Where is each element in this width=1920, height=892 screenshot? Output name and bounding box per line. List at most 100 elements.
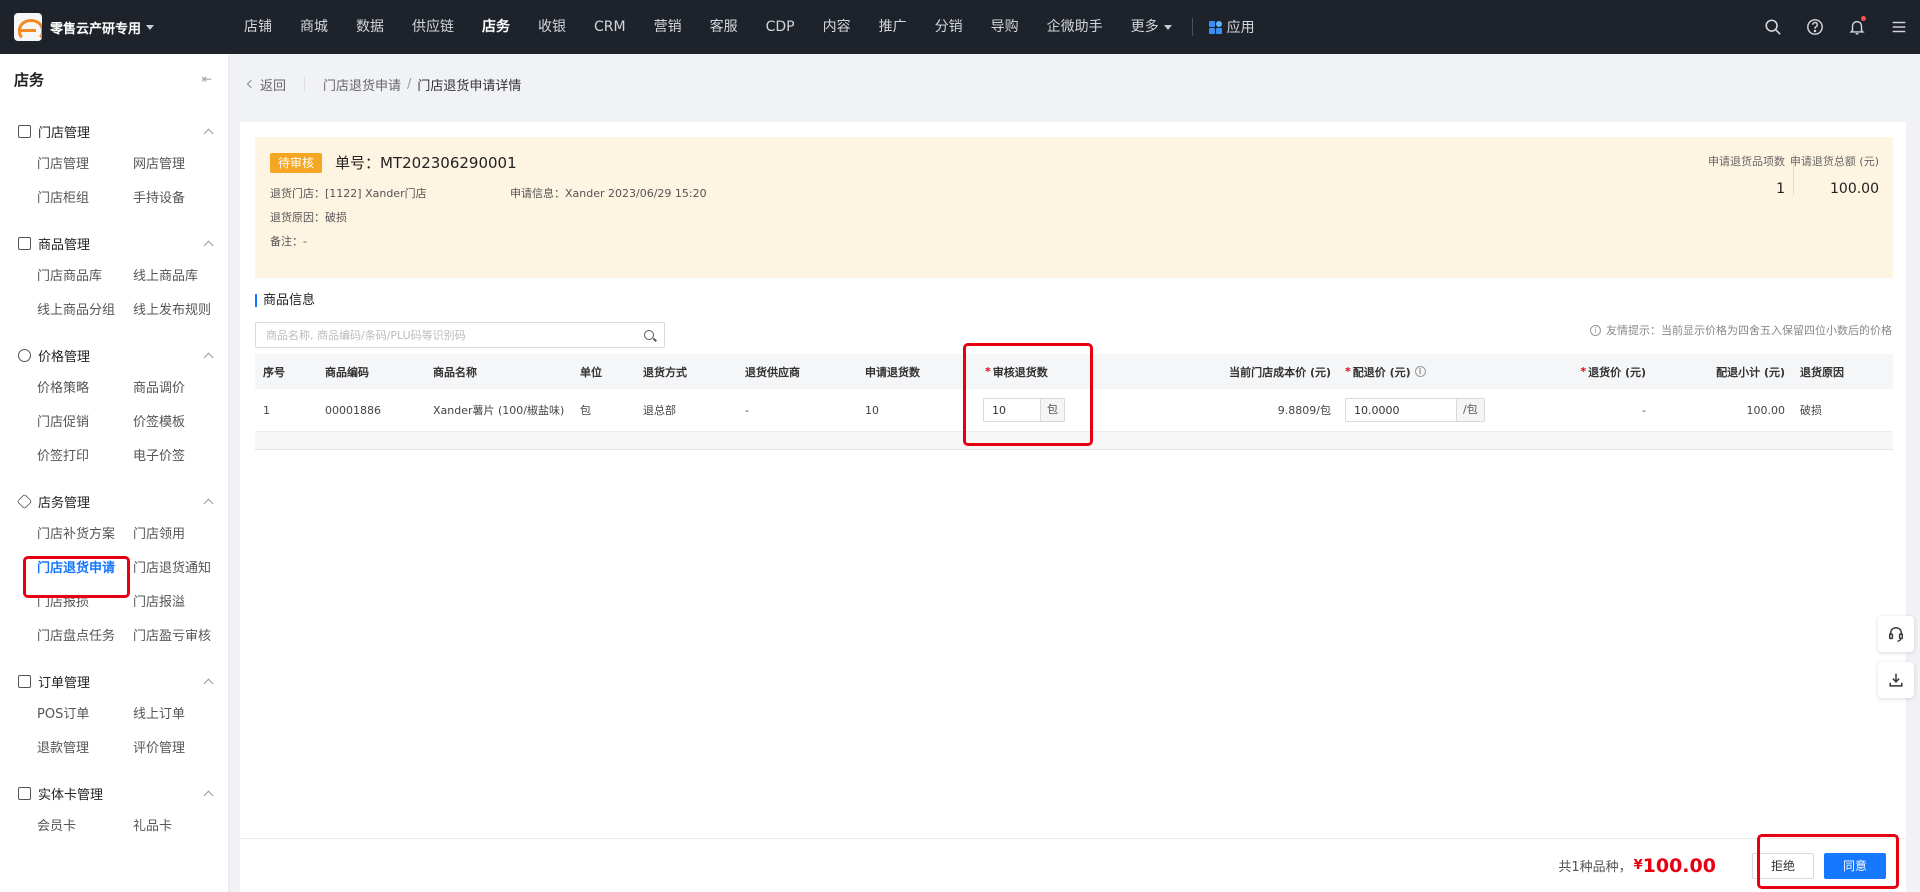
sidebar-item[interactable]: 门店领用 <box>133 518 229 552</box>
nav-item-store-ops[interactable]: 店务 <box>468 0 524 54</box>
nav-item-service[interactable]: 客服 <box>696 0 752 54</box>
sidebar-item[interactable]: 线上发布规则 <box>133 294 229 328</box>
sidebar: 店务 ⇤ 门店管理 门店管理 网店管理 门店柜组 手持设备 商品管理 门店商品库… <box>0 54 229 892</box>
price-tip: i 友情提示：当前显示价格为四舍五入保留四位小数后的价格 <box>1590 322 1892 338</box>
info-icon[interactable]: i <box>1414 366 1426 377</box>
sidebar-item[interactable]: POS订单 <box>37 698 133 732</box>
sidebar-item[interactable]: 门店商品库 <box>37 260 133 294</box>
sidebar-item[interactable]: 退款管理 <box>37 732 133 766</box>
total-amount-value: 100.00 <box>1830 181 1879 197</box>
col-subtotal: 配退小计 (元) <box>1716 365 1785 379</box>
item-count-label: 申请退货品项数 <box>1708 155 1785 168</box>
sidebar-item[interactable]: 价格策略 <box>37 372 133 406</box>
nav-item-shop[interactable]: 店铺 <box>230 0 286 54</box>
col-audit-qty-label: 审核退货数 <box>992 365 1048 379</box>
apply-info: 申请信息：Xander 2023/06/29 15:20 <box>510 187 707 200</box>
nav-item-guide[interactable]: 导购 <box>977 0 1033 54</box>
nav-item-cdp[interactable]: CDP <box>752 0 809 54</box>
chevron-left-icon <box>246 79 256 89</box>
product-search-input[interactable] <box>266 328 644 342</box>
sidebar-group-title[interactable]: 价格管理 <box>0 338 228 372</box>
sidebar-item[interactable]: 门店管理 <box>37 148 133 182</box>
nav-item-promotion[interactable]: 推广 <box>865 0 921 54</box>
sidebar-item[interactable]: 门店退货通知 <box>133 552 229 586</box>
apps-button[interactable]: 应用 <box>1199 17 1265 37</box>
col-cost: 当前门店成本价 (元) <box>1229 365 1331 379</box>
help-icon[interactable] <box>1794 0 1836 54</box>
sidebar-item[interactable]: 价签模板 <box>133 406 229 440</box>
sidebar-group-price: 价格管理 价格策略 商品调价 门店促销 价签模板 价签打印 电子价签 <box>0 328 228 474</box>
nav-item-supply-chain[interactable]: 供应链 <box>398 0 468 54</box>
total-amount-block: 申请退货总额 (元) 100.00 <box>1790 153 1879 197</box>
nav-item-wecom-assistant[interactable]: 企微助手 <box>1033 0 1117 54</box>
sidebar-item[interactable]: 门店促销 <box>37 406 133 440</box>
sidebar-group-title[interactable]: 实体卡管理 <box>0 776 228 810</box>
col-unit: 单位 <box>580 365 602 379</box>
search-icon[interactable] <box>644 330 654 340</box>
reject-button[interactable]: 拒绝 <box>1751 852 1814 879</box>
nav-item-marketing[interactable]: 营销 <box>640 0 696 54</box>
sidebar-item[interactable]: 门店补货方案 <box>37 518 133 552</box>
sidebar-item-store-return-request[interactable]: 门店退货申请 <box>37 552 133 586</box>
search-icon[interactable] <box>1752 0 1794 54</box>
table-row: 1 00001886 Xander薯片 (100/椒盐味) 包 退总部 - 10… <box>255 389 1893 432</box>
sidebar-item[interactable]: 门店柜组 <box>37 182 133 216</box>
sidebar-item[interactable]: 礼品卡 <box>133 810 229 844</box>
back-button[interactable]: 返回 <box>246 75 286 94</box>
sidebar-item[interactable]: 线上商品库 <box>133 260 229 294</box>
col-code: 商品编码 <box>325 365 369 379</box>
approve-button[interactable]: 同意 <box>1823 852 1886 879</box>
sidebar-item[interactable]: 门店盈亏审核 <box>133 620 229 654</box>
dist-price-input[interactable] <box>1346 399 1456 421</box>
sidebar-group-title[interactable]: 门店管理 <box>0 114 228 148</box>
collapse-sidebar-icon[interactable]: ⇤ <box>202 72 212 86</box>
item-count-value: 1 <box>1776 181 1785 197</box>
sidebar-item[interactable]: 会员卡 <box>37 810 133 844</box>
footer-summary: 共1种品种， <box>1558 860 1632 875</box>
nav-item-content[interactable]: 内容 <box>809 0 865 54</box>
sidebar-item[interactable]: 评价管理 <box>133 732 229 766</box>
sidebar-item[interactable]: 价签打印 <box>37 440 133 474</box>
brand-name: 零售云产研专用 <box>50 21 142 37</box>
nav-item-more[interactable]: 更多 <box>1117 0 1186 54</box>
sidebar-item[interactable]: 线上订单 <box>133 698 229 732</box>
audit-qty-input[interactable] <box>984 399 1040 421</box>
remark: 备注：- <box>270 235 307 248</box>
customer-service-button[interactable] <box>1878 616 1914 652</box>
status-badge: 待审核 <box>270 153 323 173</box>
col-audit-qty: * 审核退货数 <box>985 365 1048 379</box>
sidebar-item[interactable]: 线上商品分组 <box>37 294 133 328</box>
sidebar-group-title[interactable]: 商品管理 <box>0 226 228 260</box>
sidebar-item[interactable]: 门店报溢 <box>133 586 229 620</box>
sidebar-group-store-ops: 店务管理 门店补货方案 门店领用 门店退货申请 门店退货通知 门店报损 门店报溢… <box>0 474 228 654</box>
nav-item-crm[interactable]: CRM <box>580 0 640 54</box>
sidebar-item[interactable]: 商品调价 <box>133 372 229 406</box>
col-apply-qty: 申请退货数 <box>865 365 920 379</box>
sidebar-item[interactable]: 门店盘点任务 <box>37 620 133 654</box>
audit-qty-field: 包 <box>983 398 1065 422</box>
sidebar-group-card: 实体卡管理 会员卡 礼品卡 <box>0 766 228 844</box>
chevron-down-icon <box>1163 24 1172 30</box>
detail-card: 待审核 单号：MT202306290001 退货门店：[1122] Xander… <box>240 122 1906 892</box>
sidebar-item[interactable]: 网店管理 <box>133 148 229 182</box>
product-table: 序号 商品编码 商品名称 单位 退货方式 退货供应商 申请退货数 * 审核退货数 … <box>255 354 1893 450</box>
sidebar-item[interactable]: 门店报损 <box>37 586 133 620</box>
col-index: 序号 <box>263 365 285 379</box>
chevron-up-icon <box>203 678 214 688</box>
breadcrumb-separator: / <box>407 76 412 92</box>
sidebar-group-title[interactable]: 订单管理 <box>0 664 228 698</box>
nav-item-data[interactable]: 数据 <box>342 0 398 54</box>
total-amount-label: 申请退货总额 (元) <box>1789 155 1879 168</box>
menu-icon[interactable] <box>1878 0 1920 54</box>
sidebar-item[interactable]: 电子价签 <box>133 440 229 474</box>
breadcrumb-parent-link[interactable]: 门店退货申请 <box>323 75 401 94</box>
brand-switcher[interactable]: 零售云产研专用 <box>0 0 230 54</box>
bell-icon[interactable] <box>1836 0 1878 54</box>
top-actions <box>1752 0 1920 54</box>
nav-item-mall[interactable]: 商城 <box>286 0 342 54</box>
nav-item-cashier[interactable]: 收银 <box>524 0 580 54</box>
sidebar-item[interactable]: 手持设备 <box>133 182 229 216</box>
download-button[interactable] <box>1878 662 1914 698</box>
sidebar-group-title[interactable]: 店务管理 <box>0 484 228 518</box>
nav-item-distribution[interactable]: 分销 <box>921 0 977 54</box>
